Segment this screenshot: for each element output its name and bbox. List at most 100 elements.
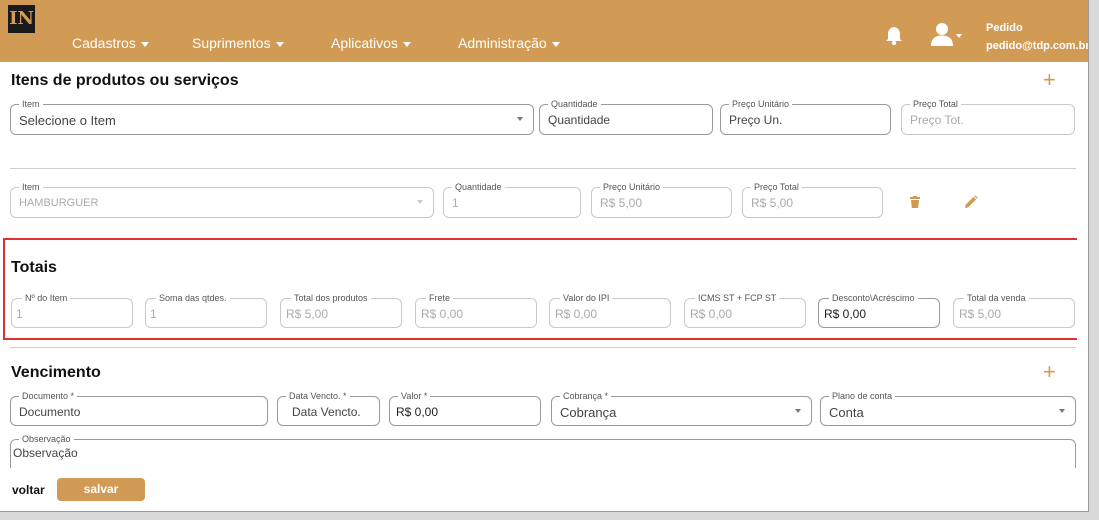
totais-desconto-label: Desconto\Acréscimo [829,292,918,304]
new-preco-total-label: Preço Total [910,98,961,110]
chevron-down-icon [517,117,523,121]
totais-soma-qtdes: Soma das qtdes. 1 [145,292,267,328]
new-preco-total-input: Preço Total Preço Tot. [901,98,1075,135]
menu-aplicativos-label: Aplicativos [331,35,398,51]
item-quantidade-input: Quantidade 1 [443,181,581,218]
totais-soma-qtdes-label: Soma das qtdes. [156,292,230,304]
plano-conta-select[interactable]: Plano de conta Conta [820,390,1076,426]
chevron-down-icon [795,409,801,413]
cobranca-select[interactable]: Cobrança * Cobrança [551,390,812,426]
totais-desconto-acrescimo-input[interactable]: Desconto\Acréscimo R$ 0,00 [818,292,940,328]
item-quantidade-value: 1 [452,196,459,210]
divider [10,347,1076,348]
new-item-label: Item [19,98,43,110]
documento-label: Documento * [19,390,78,402]
totais-total-produtos-label: Total dos produtos [291,292,371,304]
data-vencto-label: Data Vencto. * [286,390,350,402]
plano-conta-label: Plano de conta [829,390,896,402]
totais-frete-value: R$ 0,00 [421,307,464,321]
item-preco-total-input: Preço Total R$ 5,00 [742,181,883,218]
data-vencto-input[interactable]: Data Vencto. * Data Vencto. [277,390,380,426]
totais-n-item: Nº do Item 1 [11,292,133,328]
item-preco-unitario-label: Preço Unitário [600,181,664,193]
observacao-label: Observação [19,433,74,445]
data-vencto-placeholder: Data Vencto. [292,405,361,419]
user-name: Pedido [986,22,1023,34]
item-select: Item HAMBURGUER [10,181,434,218]
menu-suprimentos-label: Suprimentos [192,35,271,51]
menu-cadastros-label: Cadastros [72,35,136,51]
new-preco-unitario-placeholder: Preço Un. [729,113,783,127]
totais-icms-st-label: ICMS ST + FCP ST [695,292,780,304]
totais-soma-qtdes-value: 1 [150,307,157,321]
user-icon[interactable] [930,22,962,46]
valor-value: R$ 0,00 [396,405,439,419]
menu-cadastros[interactable]: Cadastros [72,35,149,51]
totais-desconto-value: R$ 0,00 [824,307,867,321]
valor-label: Valor * [398,390,431,402]
chevron-down-icon [551,41,560,47]
menu-suprimentos[interactable]: Suprimentos [192,35,284,51]
item-preco-total-label: Preço Total [751,181,802,193]
totais-total-venda-value: R$ 5,00 [959,307,1002,321]
totais-valor-ipi-value: R$ 0,00 [555,307,598,321]
vencimento-section-title: Vencimento [11,364,101,381]
totais-section-title: Totais [11,259,57,276]
trash-icon[interactable] [910,196,920,208]
new-preco-total-placeholder: Preço Tot. [910,113,964,127]
cobranca-label: Cobrança * [560,390,612,402]
menu-administracao-label: Administração [458,35,547,51]
documento-input[interactable]: Documento * Documento [10,390,268,426]
pencil-icon[interactable] [964,195,978,209]
add-item-plus-icon[interactable]: + [1043,69,1056,91]
observacao-placeholder: Observação [13,446,78,460]
add-vencimento-plus-icon[interactable]: + [1043,361,1056,383]
item-quantidade-label: Quantidade [452,181,505,193]
new-item-select[interactable]: Item Selecione o Item [10,98,534,135]
new-quantidade-input[interactable]: Quantidade Quantidade [539,98,713,135]
item-value: HAMBURGUER [19,197,99,209]
cobranca-placeholder: Cobrança [560,405,617,420]
totais-n-item-value: 1 [16,307,23,321]
totais-icms-st: ICMS ST + FCP ST R$ 0,00 [684,292,806,328]
scrollbar[interactable] [1077,62,1088,511]
totais-total-venda: Total da venda R$ 5,00 [953,292,1075,328]
itens-section-title: Itens de produtos ou serviços [11,72,239,89]
totais-total-produtos-value: R$ 5,00 [286,307,329,321]
voltar-link[interactable]: voltar [12,483,45,497]
plano-conta-placeholder: Conta [829,405,864,420]
chevron-down-icon [275,41,284,47]
item-preco-unitario-input: Preço Unitário R$ 5,00 [591,181,732,218]
totais-n-item-label: Nº do Item [22,292,71,304]
top-navbar: IN Cadastros Suprimentos Aplicativos Adm… [0,0,1089,62]
new-preco-unitario-label: Preço Unitário [729,98,793,110]
chevron-down-icon [140,41,149,47]
new-preco-unitario-input[interactable]: Preço Unitário Preço Un. [720,98,891,135]
valor-input[interactable]: Valor * R$ 0,00 [389,390,541,426]
bell-icon[interactable] [884,24,904,46]
chevron-down-icon [402,41,411,47]
app-frame: IN Cadastros Suprimentos Aplicativos Adm… [0,0,1089,512]
totais-frete-label: Frete [426,292,454,304]
documento-placeholder: Documento [19,405,81,419]
new-item-placeholder: Selecione o Item [19,113,116,128]
chevron-down-icon [1059,409,1065,413]
salvar-button[interactable]: salvar [57,478,145,501]
chevron-down-icon [417,200,423,204]
totais-icms-st-value: R$ 0,00 [690,307,733,321]
app-logo[interactable]: IN [8,5,35,33]
totais-total-venda-label: Total da venda [964,292,1029,304]
totais-total-produtos: Total dos produtos R$ 5,00 [280,292,402,328]
totais-frete: Frete R$ 0,00 [415,292,537,328]
menu-aplicativos[interactable]: Aplicativos [331,35,411,51]
new-quantidade-label: Quantidade [548,98,601,110]
item-preco-unitario-value: R$ 5,00 [600,196,643,210]
menu-administracao[interactable]: Administração [458,35,560,51]
item-preco-total-value: R$ 5,00 [751,196,794,210]
divider [10,168,1076,169]
user-email: pedido@tdp.com.br [986,40,1089,52]
totais-valor-ipi-label: Valor do IPI [560,292,613,304]
new-quantidade-placeholder: Quantidade [548,113,611,127]
item-label: Item [19,181,43,193]
totais-valor-ipi: Valor do IPI R$ 0,00 [549,292,671,328]
